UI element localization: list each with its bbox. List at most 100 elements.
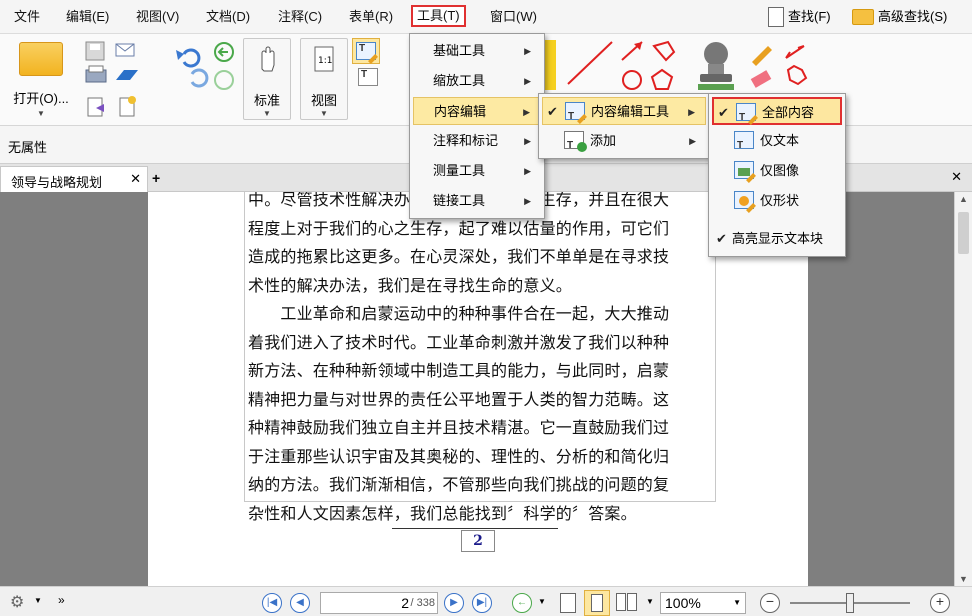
text-line: 着我们进入了技术时代。工业革命刺激并激发了我们以种种 xyxy=(248,332,670,352)
menu-item-comment-markup[interactable]: 注释和标记 ▶ xyxy=(413,127,541,155)
last-page-icon[interactable]: ▶| xyxy=(472,593,492,613)
menu-item-add[interactable]: T 添加 ▶ xyxy=(542,127,706,155)
settings-dropdown-icon[interactable]: ▼ xyxy=(34,596,42,605)
menu-item-label: 仅文本 xyxy=(760,133,800,148)
continuous-page-button[interactable] xyxy=(584,590,610,616)
menu-bar: 文件 编辑(E) 视图(V) 文档(D) 注释(C) 表单(R) 工具(T) 窗… xyxy=(0,0,972,34)
open-label: 打开(O)... xyxy=(13,91,69,106)
menu-item-label: 测量工具 xyxy=(433,163,486,178)
zoom-out-icon[interactable]: − xyxy=(760,593,780,613)
no-property-label: 无属性 xyxy=(8,140,48,155)
quick-actions-icons xyxy=(85,41,138,117)
facing-page-icon[interactable] xyxy=(616,593,638,613)
text-line: 于注重那些认识宇宙及其奥秘的、理性的、分析的和简化归 xyxy=(248,446,670,466)
back-dropdown-icon[interactable]: ▼ xyxy=(538,597,546,606)
menu-item-label: 基础工具 xyxy=(433,43,486,58)
page-number-input[interactable]: 2 / 338 xyxy=(320,592,438,614)
menu-item-basic-tools[interactable]: 基础工具 ▶ xyxy=(413,37,541,65)
menu-comment[interactable]: 注释(C) xyxy=(274,6,326,28)
menu-form[interactable]: 表单(R) xyxy=(345,6,397,28)
color-swatch xyxy=(544,40,556,90)
menu-item-shape-only[interactable]: 仅形状 xyxy=(712,187,842,215)
hand-icon xyxy=(261,46,275,72)
scroll-thumb[interactable] xyxy=(958,212,969,254)
submenu-arrow-icon: ▶ xyxy=(524,196,531,206)
text-line: 造成的拖累比这更多。在心灵深处，我们不单单是在寻求技 xyxy=(248,247,670,266)
tools-menu: 基础工具 ▶ 缩放工具 ▶ 内容编辑 ▶ 注释和标记 ▶ 测量工具 ▶ 链接工具 ▶ xyxy=(409,33,545,219)
menu-item-image-only[interactable]: 仅图像 xyxy=(712,157,842,185)
menu-item-label: 内容编辑 xyxy=(434,104,487,119)
check-icon: ✔ xyxy=(718,105,729,120)
first-page-icon[interactable]: |◀ xyxy=(262,593,282,613)
submenu-arrow-icon: ▶ xyxy=(524,76,531,86)
zoom-value: 100% xyxy=(665,595,701,611)
zoom-slider-thumb[interactable] xyxy=(846,593,854,613)
view-button[interactable]: 1:1 视图 ▼ xyxy=(300,38,348,120)
menu-item-label: 链接工具 xyxy=(433,193,486,208)
menu-item-highlight-text-blocks[interactable]: ✔ 高亮显示文本块 xyxy=(712,225,842,253)
menu-item-label: 缩放工具 xyxy=(433,73,486,88)
menu-item-all-content[interactable]: ✔ T 全部内容 xyxy=(712,97,842,125)
next-page-icon[interactable]: ▶ xyxy=(444,593,464,613)
add-object-icon: T xyxy=(564,131,587,152)
image-only-icon xyxy=(734,161,756,183)
menu-item-text-only[interactable]: T 仅文本 xyxy=(712,127,842,155)
tab-close-icon[interactable]: ✕ xyxy=(130,171,141,187)
settings-gear-icon[interactable]: ⚙ xyxy=(10,592,24,612)
content-edit-tools-submenu: ✔ T 全部内容 T 仅文本 仅图像 仅形状 ✔ 高亮显示文本块 xyxy=(708,93,846,257)
menu-item-content-edit-tools[interactable]: ✔ T 内容编辑工具 ▶ xyxy=(542,97,706,125)
text-line: 种精神鼓励我们独立自主并且技术精湛。它一直鼓励我们过 xyxy=(248,418,670,437)
go-back-icon[interactable]: ← xyxy=(512,593,532,613)
content-edit-submenu: ✔ T 内容编辑工具 ▶ T 添加 ▶ xyxy=(538,93,710,159)
check-icon: ✔ xyxy=(716,231,727,246)
undo-redo-icons xyxy=(176,42,234,90)
menu-document[interactable]: 文档(D) xyxy=(202,6,254,28)
submenu-arrow-icon: ▶ xyxy=(689,136,696,146)
menu-view[interactable]: 视图(V) xyxy=(132,6,183,28)
prev-page-icon[interactable]: ◀ xyxy=(290,593,310,613)
layout-dropdown-icon[interactable]: ▼ xyxy=(646,597,654,606)
menu-item-measure-tools[interactable]: 测量工具 ▶ xyxy=(413,157,541,185)
document-text: 中。尽管技术性解决办法对我们的肉体之生存，并且在很大 程度上对于我们的心之生存，… xyxy=(248,192,714,528)
hand-tool-button[interactable]: 标准 ▼ xyxy=(243,38,291,120)
open-button[interactable]: 打开(O)... ▼ xyxy=(6,42,76,118)
markup-tools-icons xyxy=(750,45,808,88)
menu-item-label: 仅图像 xyxy=(760,163,800,178)
menu-file[interactable]: 文件 xyxy=(10,6,44,28)
text-line: 杂性和人文因素怎样，我们总能找到〞科学的〞答案。 xyxy=(248,503,637,523)
content-edit-tool-button[interactable]: T xyxy=(352,38,380,64)
open-folder-icon xyxy=(19,42,63,76)
total-pages-label: / 338 xyxy=(410,597,435,609)
vertical-scrollbar[interactable]: ▲ ▼ xyxy=(954,192,972,586)
menu-item-label: 内容编辑工具 xyxy=(591,104,670,119)
status-bar: ⚙ ▼ » |◀ ◀ 2 / 338 ▶ ▶| ← ▼ ▼ 100% ▼ − + xyxy=(0,586,972,616)
menu-window[interactable]: 窗口(W) xyxy=(486,6,541,28)
zoom-dropdown-icon: ▼ xyxy=(733,598,741,607)
menu-item-label: 高亮显示文本块 xyxy=(732,231,824,246)
expand-icon[interactable]: » xyxy=(58,593,65,607)
new-tab-icon[interactable]: + xyxy=(152,170,160,186)
shape-only-icon xyxy=(734,191,756,213)
single-page-icon[interactable] xyxy=(560,593,576,613)
menu-item-zoom-tools[interactable]: 缩放工具 ▶ xyxy=(413,67,541,95)
scroll-down-icon[interactable]: ▼ xyxy=(959,574,968,584)
page-footer-line xyxy=(392,528,558,529)
close-all-icon[interactable]: ✕ xyxy=(951,169,962,185)
advanced-search-button[interactable]: 高级查找(S) xyxy=(852,5,947,29)
menu-tools[interactable]: 工具(T) xyxy=(411,5,466,27)
continuous-page-icon xyxy=(591,594,603,612)
zoom-in-icon[interactable]: + xyxy=(930,593,950,613)
scroll-up-icon[interactable]: ▲ xyxy=(959,194,968,204)
submenu-arrow-icon: ▶ xyxy=(524,166,531,176)
document-tab[interactable]: 领导与战略规划 ✕ xyxy=(0,166,148,192)
view-label: 视图 xyxy=(310,93,337,108)
text-line: 精神把力量与对世界的责任公平地置于人类的智力范畴。这 xyxy=(248,389,670,409)
advanced-search-label: 高级查找(S) xyxy=(878,9,948,24)
menu-item-content-edit[interactable]: 内容编辑 ▶ xyxy=(413,97,541,125)
menu-item-link-tools[interactable]: 链接工具 ▶ xyxy=(413,187,541,215)
menu-edit[interactable]: 编辑(E) xyxy=(62,6,113,28)
search-button[interactable]: 查找(F) xyxy=(768,5,831,29)
submenu-arrow-icon: ▶ xyxy=(524,136,531,146)
zoom-select[interactable]: 100% ▼ xyxy=(660,592,746,614)
document-tab-title: 领导与战略规划 xyxy=(11,175,103,190)
